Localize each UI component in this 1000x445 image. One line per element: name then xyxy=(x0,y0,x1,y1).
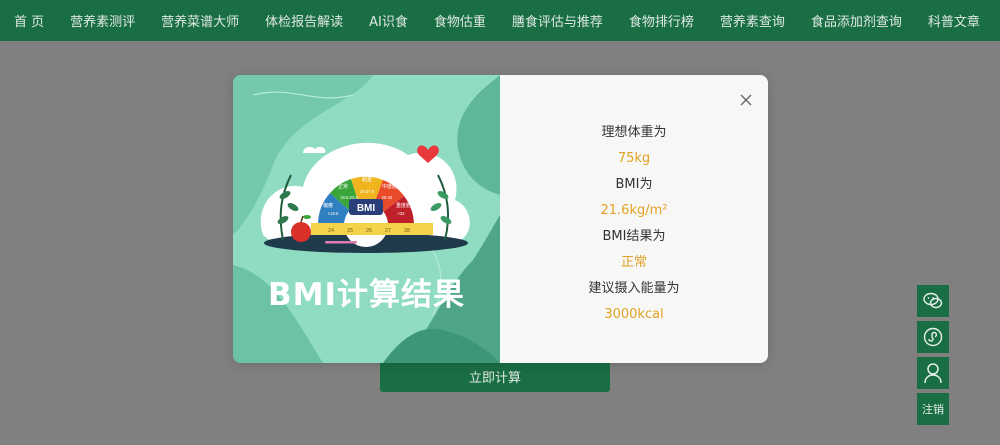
top-nav: 首 页 营养素测评 营养菜谱大师 体检报告解读 AI识食 食物估重 膳食评估与推… xyxy=(0,0,1000,41)
user-icon xyxy=(924,363,942,384)
gauge-segment-label: 重度肥胖 xyxy=(396,202,416,209)
miniprogram-icon xyxy=(923,327,943,347)
nav-item-science-articles[interactable]: 科普文章 xyxy=(928,11,980,30)
floating-toolbar: 注销 xyxy=(917,285,949,429)
ideal-weight-label: 理想体重为 xyxy=(601,125,667,140)
ruler-tick: 28 xyxy=(404,228,410,234)
gauge-range-label: 28-32 xyxy=(382,195,393,200)
close-icon[interactable] xyxy=(738,92,754,108)
illustration-background: BMI 24 25 26 27 28 偏瘦 正常 超重 中度肥胖 重度肥胖 <1… xyxy=(233,75,500,363)
nav-item-report-reading[interactable]: 体检报告解读 xyxy=(265,11,343,30)
wechat-button[interactable] xyxy=(917,285,949,317)
bmi-value: 21.6kg/m² xyxy=(600,203,668,218)
gauge-badge: BMI xyxy=(357,203,376,214)
nav-item-diet-assessment[interactable]: 膳食评估与推荐 xyxy=(512,11,603,30)
nav-item-additive-query[interactable]: 食品添加剂查询 xyxy=(811,11,902,30)
wechat-icon xyxy=(923,292,943,309)
bmi-result-panel: 理想体重为 75kg BMI为 21.6kg/m² BMI结果为 正常 建议摄入… xyxy=(500,75,768,363)
nav-item-food-weight-estimate[interactable]: 食物估重 xyxy=(434,11,486,30)
nav-item-ai-food-recognition[interactable]: AI识食 xyxy=(369,11,408,30)
modal-art-title: BMI计算结果 xyxy=(267,277,465,313)
calculate-button[interactable]: 立即计算 xyxy=(380,360,610,392)
nav-item-nutrient-assessment[interactable]: 营养素测评 xyxy=(70,11,135,30)
ruler-tick: 26 xyxy=(366,228,372,234)
gauge-segment-label: 中度肥胖 xyxy=(382,183,402,190)
nav-item-home[interactable]: 首 页 xyxy=(14,11,44,30)
nav-item-nutrient-query[interactable]: 营养素查询 xyxy=(720,11,785,30)
user-button[interactable] xyxy=(917,357,949,389)
logout-button[interactable]: 注销 xyxy=(917,393,949,425)
gauge-segment-label: 超重 xyxy=(362,176,372,183)
ruler-tick: 24 xyxy=(328,228,334,234)
recommended-energy-value: 3000kcal xyxy=(604,307,664,322)
ruler-tick: 25 xyxy=(347,228,353,234)
gauge-range-label: <18.5 xyxy=(328,211,339,216)
recommended-energy-label: 建议摄入能量为 xyxy=(588,281,680,296)
nav-item-food-ranking[interactable]: 食物排行榜 xyxy=(629,11,694,30)
gauge-segment-label: 正常 xyxy=(338,183,348,190)
gauge-range-label: >32 xyxy=(397,211,405,216)
bmi-label: BMI为 xyxy=(615,177,653,192)
nav-item-recipe-master[interactable]: 营养菜谱大师 xyxy=(161,11,239,30)
gauge-segment-label: 偏瘦 xyxy=(323,202,333,209)
ideal-weight-value: 75kg xyxy=(617,151,651,166)
gauge-range-label: 24-27.9 xyxy=(360,189,375,194)
bmi-result-label: BMI结果为 xyxy=(602,229,666,244)
bmi-result-value: 正常 xyxy=(620,255,647,270)
ruler-tick: 27 xyxy=(385,228,391,234)
bmi-illustration: BMI 24 25 26 27 28 偏瘦 正常 超重 中度肥胖 重度肥胖 <1… xyxy=(233,75,500,363)
miniprogram-button[interactable] xyxy=(917,321,949,353)
bmi-result-modal: BMI 24 25 26 27 28 偏瘦 正常 超重 中度肥胖 重度肥胖 <1… xyxy=(233,75,768,363)
gauge-range-label: 18.5-23.9 xyxy=(340,195,358,200)
